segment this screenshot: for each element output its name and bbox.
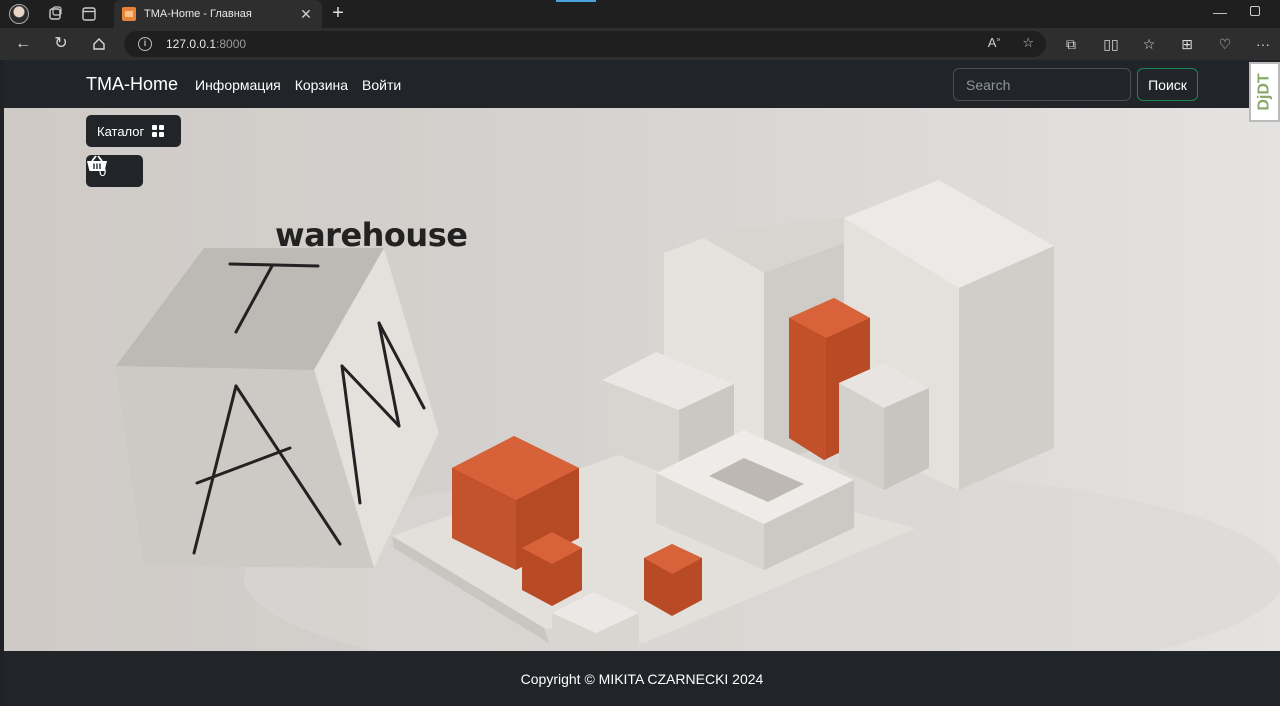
read-aloud-icon[interactable]: A» xyxy=(988,35,1001,51)
back-arrow-icon[interactable]: ← xyxy=(12,34,34,54)
favorites-icon[interactable]: ☆ xyxy=(1138,34,1160,54)
more-menu-icon[interactable]: ··· xyxy=(1252,34,1274,54)
tab-actions-button[interactable] xyxy=(76,2,102,26)
nav-link-cart[interactable]: Корзина xyxy=(295,77,348,93)
tab-title: TMA-Home - Главная xyxy=(144,8,252,20)
tab-close-icon[interactable]: ✕ xyxy=(298,6,314,23)
copyright-text: Copyright © MIKITA CZARNECKI 2024 xyxy=(520,670,764,687)
url-port: :8000 xyxy=(216,37,247,51)
profile-button[interactable] xyxy=(6,2,32,26)
hero-section: Каталог 0 warehouse xyxy=(4,108,1280,651)
tab-actions-icon xyxy=(82,7,96,21)
search-input[interactable] xyxy=(953,68,1131,101)
search-button[interactable]: Поиск xyxy=(1137,68,1198,101)
nav-link-info[interactable]: Информация xyxy=(195,77,281,93)
url-host: 127.0.0.1 xyxy=(166,37,217,51)
split-screen-icon[interactable]: ▯▯ xyxy=(1100,34,1122,54)
nav-links: Информация Корзина Войти xyxy=(195,77,401,93)
cart-button[interactable]: 0 xyxy=(86,155,143,187)
django-debug-toolbar-handle[interactable]: DjDT xyxy=(1249,62,1280,122)
browser-health-icon[interactable]: ♡ xyxy=(1214,34,1236,54)
web-page: Каталог 0 warehouse TMA-Home Информация … xyxy=(4,60,1280,706)
maximize-button[interactable] xyxy=(1250,6,1260,16)
site-navbar: TMA-Home Информация Корзина Войти Поиск xyxy=(4,60,1280,108)
browser-tab-bar: TMA-Home - Главная ✕ + — xyxy=(0,0,1280,28)
grid-icon xyxy=(152,125,165,137)
site-info-icon[interactable]: i xyxy=(138,37,152,51)
workspaces-button[interactable] xyxy=(42,2,68,26)
accent-line xyxy=(556,0,596,2)
catalog-label: Каталог xyxy=(97,123,145,139)
extensions-icon[interactable]: ⧉ xyxy=(1060,34,1082,54)
hero-title: warehouse xyxy=(275,216,468,254)
minimize-button[interactable]: — xyxy=(1210,4,1230,20)
hero-illustration xyxy=(116,180,1280,651)
browser-toolbar: ← ↻ i 127.0.0.1:8000 A» ☆ ⧉ ▯▯ ☆ ⊞ ♡ ··· xyxy=(0,28,1280,60)
basket-icon xyxy=(87,155,107,171)
site-footer: Copyright © MIKITA CZARNECKI 2024 xyxy=(4,651,1280,706)
favorite-star-icon[interactable]: ☆ xyxy=(1022,35,1034,51)
workspaces-icon xyxy=(49,6,62,20)
home-icon[interactable] xyxy=(88,34,110,54)
collections-icon[interactable]: ⊞ xyxy=(1176,34,1198,54)
site-favicon-icon xyxy=(122,7,136,21)
brand-link[interactable]: TMA-Home xyxy=(86,74,178,95)
address-bar[interactable]: i 127.0.0.1:8000 A» ☆ xyxy=(124,31,1046,57)
refresh-icon[interactable]: ↻ xyxy=(50,34,72,54)
active-tab[interactable]: TMA-Home - Главная ✕ xyxy=(114,0,322,28)
catalog-button[interactable]: Каталог xyxy=(86,115,181,147)
nav-link-login[interactable]: Войти xyxy=(362,77,401,93)
djdt-label: DjDT xyxy=(1255,73,1273,111)
avatar xyxy=(9,4,29,24)
new-tab-button[interactable]: + xyxy=(326,2,350,26)
